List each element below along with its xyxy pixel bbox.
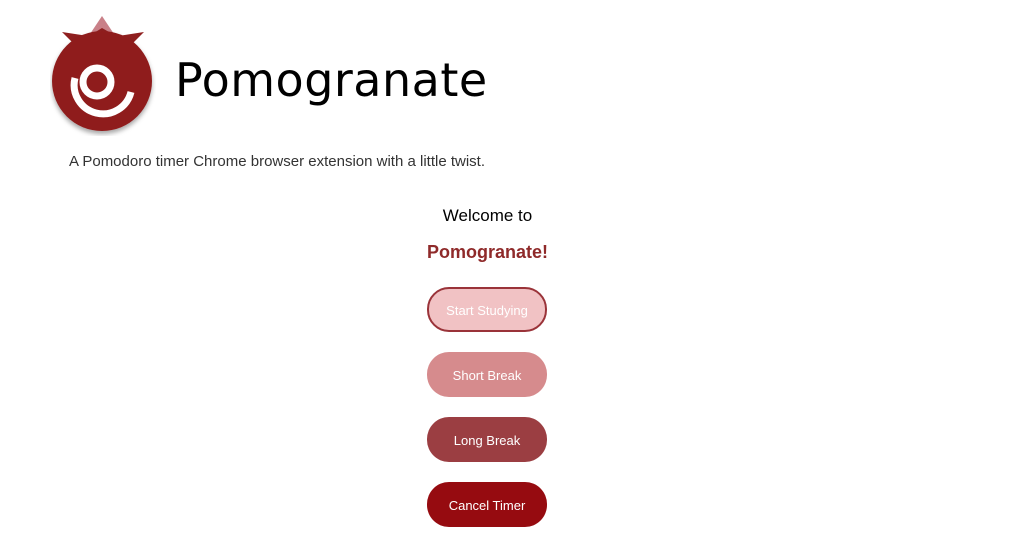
short-break-button[interactable]: Short Break xyxy=(427,352,547,397)
app-tagline: A Pomodoro timer Chrome browser extensio… xyxy=(69,153,485,170)
brand-title: Pomogranate! xyxy=(426,242,549,262)
pomegranate-logo-icon xyxy=(52,16,152,131)
long-break-button[interactable]: Long Break xyxy=(427,417,547,462)
welcome-text: Welcome to xyxy=(442,206,533,225)
cancel-timer-button[interactable]: Cancel Timer xyxy=(427,482,547,527)
start-studying-button[interactable]: Start Studying xyxy=(427,287,547,332)
app-title: Pomogranate xyxy=(175,53,488,107)
